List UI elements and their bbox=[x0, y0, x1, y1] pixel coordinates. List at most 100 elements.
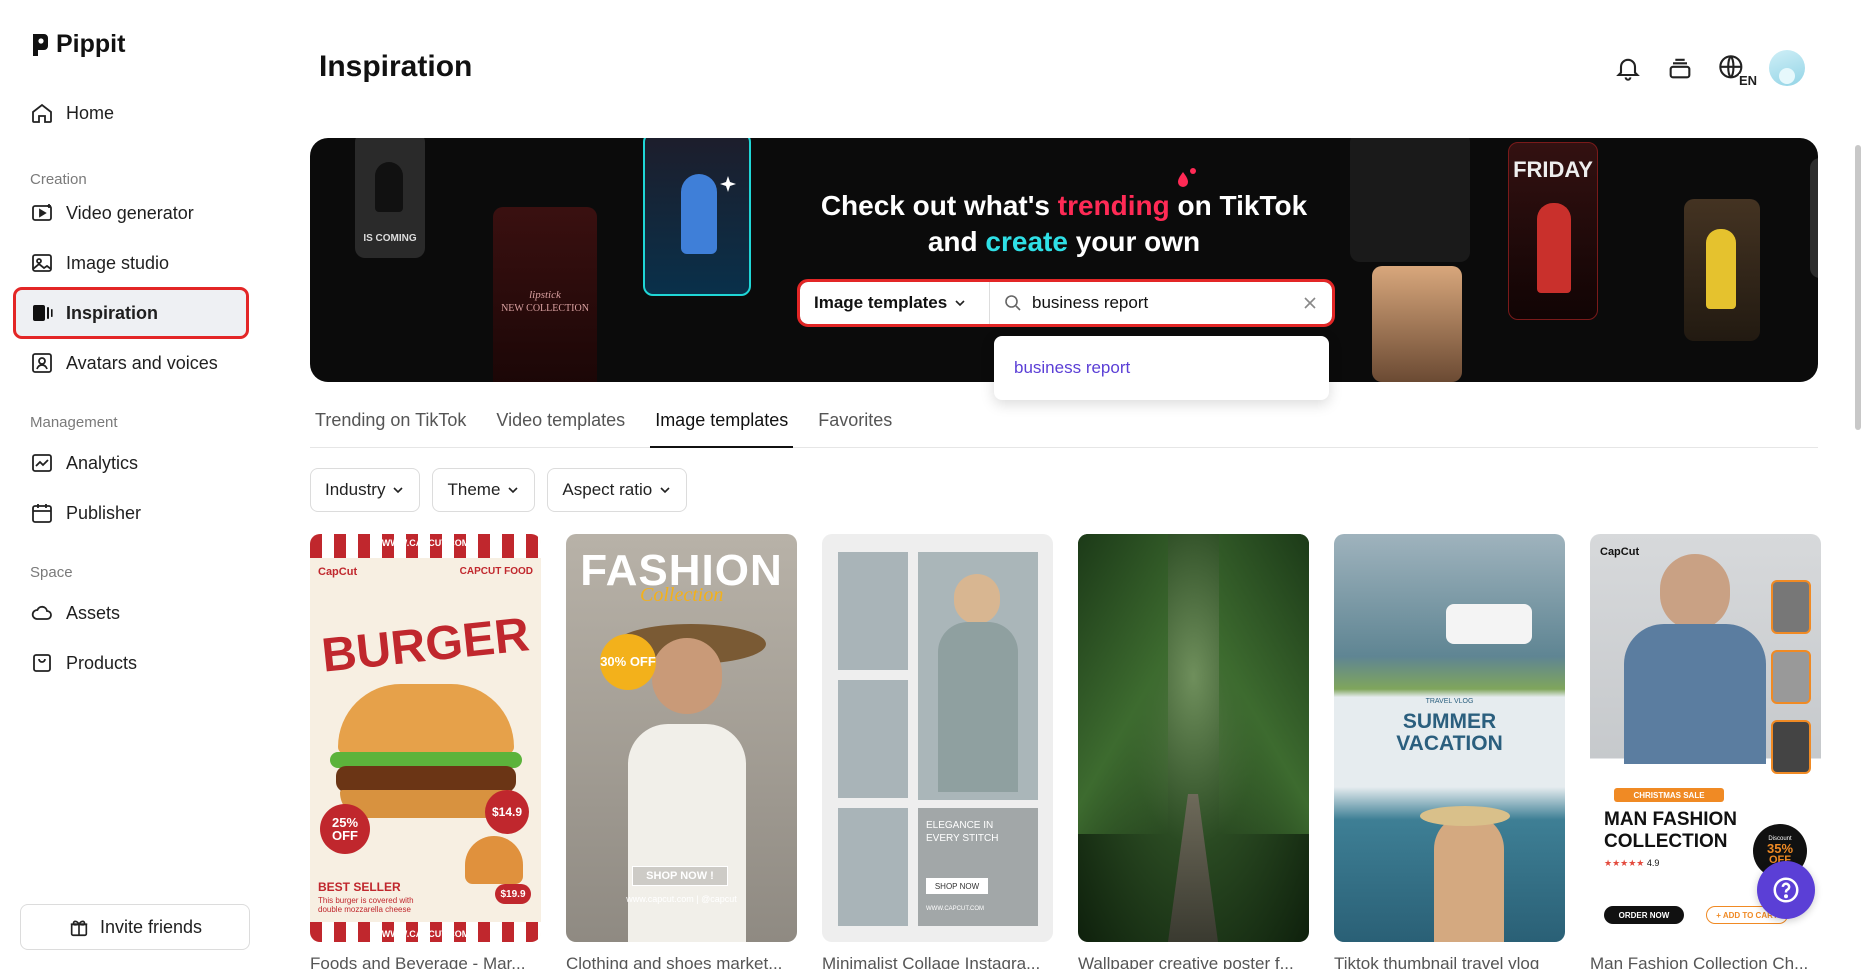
layers-button[interactable] bbox=[1665, 53, 1695, 83]
section-space: Space bbox=[30, 564, 73, 581]
chevron-down-icon bbox=[393, 487, 404, 494]
sidebar-item-avatars[interactable]: Avatars and voices bbox=[16, 340, 246, 386]
banner-headline: Check out what's trending on TikTok and … bbox=[310, 188, 1818, 260]
sidebar-item-label: Products bbox=[66, 652, 138, 673]
tab-trending-tiktok[interactable]: Trending on TikTok bbox=[310, 404, 471, 448]
cloud-icon bbox=[31, 605, 52, 620]
collage-photo bbox=[838, 552, 908, 670]
sidebar-item-label: Analytics bbox=[66, 452, 139, 473]
search-icon bbox=[1005, 295, 1021, 311]
model-face bbox=[954, 574, 1000, 624]
filter-label: Aspect ratio bbox=[562, 480, 653, 499]
sidebar-item-products[interactable]: Products bbox=[16, 640, 246, 686]
top-toolbar: EN bbox=[1613, 50, 1805, 87]
sidebar: Pippit Home Creation Video generator Ima… bbox=[0, 0, 262, 969]
page-scrollbar[interactable] bbox=[1855, 145, 1861, 430]
headline-line-1: Check out what's trending on TikTok bbox=[310, 188, 1818, 224]
thumb-text: MAN FASHION bbox=[1604, 809, 1737, 830]
thumb-text: EVERY STITCH bbox=[926, 833, 999, 844]
sidebar-item-label: Publisher bbox=[66, 502, 142, 523]
thumb-caption: lipstick bbox=[529, 289, 561, 301]
headline-highlight-trending: trending bbox=[1057, 190, 1170, 221]
stack-icon bbox=[1669, 58, 1691, 79]
burger-patty bbox=[336, 766, 516, 792]
template-card-title: Man Fashion Collection Ch... bbox=[1590, 954, 1809, 969]
notifications-button[interactable] bbox=[1613, 53, 1643, 83]
small-burger bbox=[465, 836, 523, 884]
thumb-caption: FRIDAY bbox=[1513, 157, 1593, 182]
variant-thumb bbox=[1771, 650, 1811, 704]
section-management: Management bbox=[30, 414, 118, 431]
chevron-down-icon bbox=[955, 300, 965, 307]
template-card[interactable]: Wallpaper creative poster f... bbox=[1078, 534, 1309, 969]
search-input[interactable] bbox=[1032, 293, 1292, 313]
invite-label: Invite friends bbox=[99, 916, 203, 937]
thumb-text: ELEGANCE IN bbox=[926, 820, 994, 831]
search-input-wrap bbox=[990, 293, 1332, 313]
model-dress bbox=[938, 622, 1018, 792]
thumb-text: ORDER NOW bbox=[1604, 906, 1684, 924]
rating-stars: ★★★★★ 4.9 bbox=[1604, 858, 1660, 868]
template-thumbnail-jungle bbox=[1078, 534, 1309, 942]
stone-path bbox=[1168, 794, 1218, 942]
template-thumbnail-travel: TRAVEL VLOG SUMMER VACATION bbox=[1334, 534, 1565, 942]
template-search-bar: Image templates bbox=[797, 279, 1335, 327]
sidebar-item-publisher[interactable]: Publisher bbox=[16, 490, 246, 536]
sidebar-item-inspiration[interactable]: Inspiration bbox=[13, 287, 249, 339]
tab-favorites[interactable]: Favorites bbox=[813, 404, 897, 448]
sidebar-item-label: Video generator bbox=[66, 202, 194, 223]
sidebar-item-label: Assets bbox=[66, 602, 121, 623]
template-card[interactable]: WWW.CAPCUT.COM CapCut CAPCUT FOOD BURGER… bbox=[310, 534, 541, 969]
sidebar-item-image-studio[interactable]: Image studio bbox=[16, 240, 246, 286]
logo[interactable]: Pippit bbox=[30, 30, 125, 59]
section-creation: Creation bbox=[30, 171, 87, 188]
variant-thumb bbox=[1771, 580, 1811, 634]
search-type-dropdown[interactable]: Image templates bbox=[800, 282, 990, 324]
calendar-icon bbox=[32, 504, 52, 523]
language-code: EN bbox=[1738, 73, 1757, 88]
filter-aspect-ratio[interactable]: Aspect ratio bbox=[547, 468, 688, 512]
filter-industry[interactable]: Industry bbox=[310, 468, 421, 512]
tab-video-templates[interactable]: Video templates bbox=[491, 404, 630, 448]
user-avatar[interactable] bbox=[1769, 50, 1805, 86]
template-card[interactable]: ELEGANCE IN EVERY STITCH SHOP NOW WWW.CA… bbox=[822, 534, 1053, 969]
analytics-icon bbox=[32, 454, 52, 472]
traveler bbox=[1434, 814, 1504, 942]
thumb-text: CapCut bbox=[318, 566, 358, 578]
thumb-text: WWW.CAPCUT.COM bbox=[381, 538, 470, 548]
sidebar-item-video-generator[interactable]: Video generator bbox=[16, 190, 246, 236]
search-suggestion-item[interactable]: business report bbox=[994, 336, 1329, 400]
thumb-text: CHRISTMAS SALE bbox=[1614, 788, 1724, 802]
template-card[interactable]: TRAVEL VLOG SUMMER VACATION Tiktok thumb… bbox=[1334, 534, 1565, 969]
sidebar-item-label: Home bbox=[66, 102, 115, 123]
foliage-left bbox=[1078, 534, 1168, 834]
headline-line-2: and create your own bbox=[310, 224, 1818, 260]
thumb-text: SHOP NOW bbox=[926, 878, 988, 894]
sidebar-item-assets[interactable]: Assets bbox=[16, 590, 246, 636]
template-card[interactable]: FASHION Collection 30% OFF SHOP NOW ! ww… bbox=[566, 534, 797, 969]
collage-text-panel: ELEGANCE IN EVERY STITCH SHOP NOW WWW.CA… bbox=[918, 808, 1038, 926]
face bbox=[652, 638, 722, 714]
inspiration-icon bbox=[33, 305, 53, 321]
sidebar-item-label: Image studio bbox=[66, 252, 170, 273]
invite-friends-button[interactable]: Invite friends bbox=[20, 904, 250, 950]
tab-image-templates[interactable]: Image templates bbox=[650, 404, 794, 448]
clear-icon[interactable] bbox=[1302, 295, 1318, 311]
camper-van bbox=[1446, 604, 1532, 644]
help-button[interactable] bbox=[1757, 861, 1815, 919]
template-thumbnail-fashion: FASHION Collection 30% OFF SHOP NOW ! ww… bbox=[566, 534, 797, 942]
thumb-text: COLLECTION bbox=[1604, 831, 1728, 852]
thumb-text: SUMMER bbox=[1402, 710, 1497, 733]
thumb-text: $19.9 bbox=[495, 884, 531, 904]
app-name: Pippit bbox=[56, 30, 126, 58]
template-thumbnail-burger: WWW.CAPCUT.COM CapCut CAPCUT FOOD BURGER… bbox=[310, 534, 541, 942]
language-button[interactable]: EN bbox=[1717, 53, 1757, 87]
thumb-text: TRAVEL VLOG bbox=[1425, 698, 1474, 705]
burger-bun bbox=[338, 684, 514, 754]
sidebar-item-analytics[interactable]: Analytics bbox=[16, 440, 246, 486]
thumb-text: This burger is covered with double mozza… bbox=[318, 896, 414, 914]
template-card-title: Tiktok thumbnail travel vlog bbox=[1334, 954, 1540, 969]
sidebar-item-home[interactable]: Home bbox=[16, 90, 246, 136]
thumb-text: 4.9 bbox=[1646, 858, 1660, 868]
filter-theme[interactable]: Theme bbox=[432, 468, 536, 512]
